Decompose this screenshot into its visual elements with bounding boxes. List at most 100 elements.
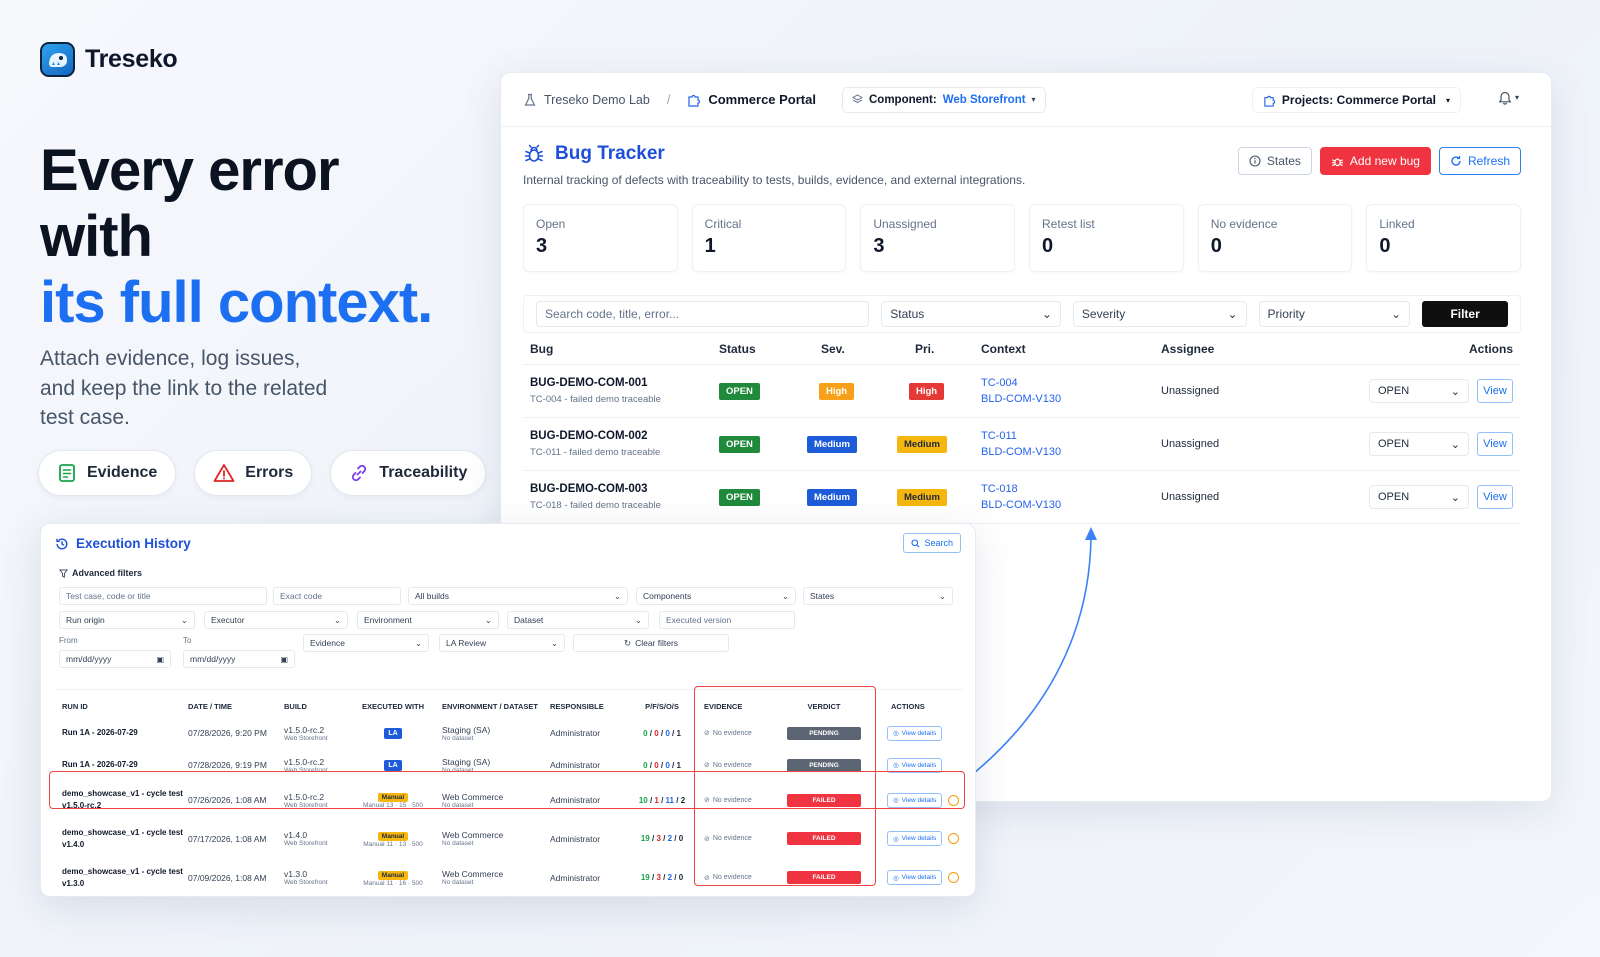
- to-date-input[interactable]: mm/dd/yyyy ▣: [183, 650, 295, 668]
- smiley-icon[interactable]: [948, 794, 960, 806]
- states-select-value: States: [810, 591, 835, 601]
- notifications-button[interactable]: ▾: [1498, 90, 1519, 105]
- la-review-select[interactable]: LA Review ⌄: [439, 634, 565, 652]
- view-details-button[interactable]: ◎ View details: [887, 725, 943, 741]
- no-evidence-icon: ⊘: [704, 835, 710, 843]
- table-row[interactable]: demo_showcase_v1 - cycle test v1.4.0 07/1…: [55, 819, 963, 858]
- dataset-select[interactable]: Dataset ⌄: [507, 611, 649, 629]
- run-origin-select[interactable]: Run origin ⌄: [59, 611, 195, 629]
- executed-with-detail: Manual 11 · 16 · 500: [363, 879, 423, 887]
- breadcrumb: Treseko Demo Lab / Commerce Portal: [523, 92, 816, 107]
- table-row[interactable]: Run 1A - 2026-07-29 07/28/2026, 9:20 PM …: [55, 717, 963, 749]
- priority-select[interactable]: Priority ⌄: [1258, 301, 1411, 327]
- test-case-link[interactable]: TC-011: [981, 428, 1161, 444]
- col-verdict: VERDICT: [807, 702, 841, 711]
- executed-version-filter[interactable]: Executed version: [659, 611, 795, 629]
- build-link[interactable]: BLD-COM-V130: [981, 497, 1161, 513]
- calendar-icon: ▣: [156, 654, 164, 664]
- states-select[interactable]: States ⌄: [803, 587, 953, 605]
- add-new-bug-label: Add new bug: [1349, 154, 1420, 168]
- chevron-down-icon: ⌄: [1450, 491, 1460, 504]
- eh-search-button[interactable]: Search: [903, 533, 961, 553]
- col-executed-with: EXECUTED WITH: [361, 702, 425, 711]
- view-details-button[interactable]: ◎ View details: [887, 792, 943, 808]
- build-link[interactable]: BLD-COM-V130: [981, 391, 1161, 407]
- table-row[interactable]: BUG-DEMO-COM-001 TC-004 - failed demo tra…: [523, 365, 1521, 418]
- table-row[interactable]: BUG-DEMO-COM-002 TC-011 - failed demo tra…: [523, 418, 1521, 471]
- projects-selector[interactable]: Projects: Commerce Portal ▾: [1251, 87, 1461, 113]
- evidence-select[interactable]: Evidence ⌄: [303, 634, 429, 652]
- funnel-icon: [59, 568, 68, 578]
- priority-select-value: Priority: [1267, 307, 1305, 321]
- eh-search-label: Search: [924, 538, 953, 548]
- component-value: Web Storefront: [942, 93, 1026, 106]
- severity-select[interactable]: Severity ⌄: [1072, 301, 1247, 327]
- test-case-link[interactable]: TC-004: [981, 375, 1161, 391]
- table-row[interactable]: demo_showcase_v1 - cycle test v1.5.0-rc.2…: [55, 781, 963, 819]
- connector-arrow: [967, 527, 1097, 779]
- clear-filters-button[interactable]: ↻ Clear filters: [573, 634, 729, 652]
- view-details-label: View details: [901, 761, 937, 769]
- state-select[interactable]: OPEN ⌄: [1369, 379, 1469, 403]
- col-assignee: Assignee: [1161, 341, 1215, 356]
- chip-evidence: Evidence: [38, 450, 177, 496]
- bug-subtitle: TC-004 - failed demo traceable: [530, 394, 661, 405]
- build-link[interactable]: BLD-COM-V130: [981, 444, 1161, 460]
- evidence-text: No evidence: [712, 729, 752, 737]
- builds-select[interactable]: All builds ⌄: [408, 587, 628, 605]
- from-date-input[interactable]: mm/dd/yyyy ▣: [59, 650, 171, 668]
- view-button[interactable]: View: [1477, 432, 1513, 456]
- view-button[interactable]: View: [1477, 485, 1513, 509]
- responsible: Administrator: [550, 728, 601, 738]
- status-select[interactable]: Status ⌄: [881, 301, 1061, 327]
- view-details-button[interactable]: ◎ View details: [887, 831, 943, 846]
- dataset: No dataset: [442, 879, 474, 886]
- run-version: v1.5.0-rc.2: [62, 801, 102, 810]
- state-select[interactable]: OPEN ⌄: [1369, 432, 1469, 456]
- build-version: v1.4.0: [284, 830, 308, 840]
- executed-with-detail: Manual 13 · 15 · 500: [363, 802, 423, 809]
- execution-history-panel: Execution History Search Advanced filter…: [40, 523, 976, 897]
- breadcrumb-lab[interactable]: Treseko Demo Lab: [544, 93, 650, 107]
- table-row[interactable]: BUG-DEMO-COM-003 TC-018 - failed demo tra…: [523, 471, 1521, 524]
- brand: Treseko: [40, 42, 178, 77]
- executed-with-badge: Manual: [377, 793, 409, 802]
- advanced-filters-toggle[interactable]: Advanced filters: [59, 568, 142, 578]
- eye-icon: ◎: [893, 874, 899, 882]
- bug-code[interactable]: BUG-DEMO-COM-003: [530, 483, 719, 495]
- build-version: v1.3.0: [284, 869, 308, 879]
- view-button[interactable]: View: [1477, 379, 1513, 403]
- bug-code[interactable]: BUG-DEMO-COM-002: [530, 430, 719, 442]
- testcase-filter[interactable]: Test case, code or title: [59, 587, 267, 605]
- environment-select[interactable]: Environment ⌄: [357, 611, 499, 629]
- view-details-button[interactable]: ◎ View details: [887, 757, 943, 773]
- test-case-link[interactable]: TC-018: [981, 481, 1161, 497]
- breadcrumb-portal[interactable]: Commerce Portal: [708, 92, 816, 107]
- assignee: Unassigned: [1161, 438, 1220, 450]
- state-select[interactable]: OPEN ⌄: [1369, 485, 1469, 509]
- states-button[interactable]: States: [1237, 147, 1312, 175]
- stat-unassigned: Unassigned 3: [860, 204, 1016, 272]
- states-label: States: [1266, 154, 1301, 168]
- executor-select[interactable]: Executor ⌄: [204, 611, 348, 629]
- view-details-button[interactable]: ◎ View details: [887, 870, 943, 885]
- table-row[interactable]: Run 1A - 2026-07-29 07/28/2026, 9:19 PM …: [55, 749, 963, 781]
- exact-code-filter[interactable]: Exact code: [273, 587, 401, 605]
- passed-count: 10: [638, 795, 648, 805]
- smiley-icon[interactable]: [948, 833, 960, 844]
- run-date: 07/17/2026, 1:08 AM: [188, 833, 267, 844]
- severity-badge: Medium: [807, 488, 857, 506]
- stat-label: No evidence: [1210, 217, 1278, 231]
- table-row[interactable]: demo_showcase_v1 - cycle test v1.3.0 07/0…: [55, 858, 963, 896]
- breadcrumb-separator: /: [666, 92, 671, 107]
- refresh-icon: ↻: [623, 637, 632, 648]
- component-selector[interactable]: Component: Web Storefront ▾: [841, 86, 1046, 113]
- search-input[interactable]: Search code, title, error...: [536, 301, 870, 327]
- add-new-bug-button[interactable]: Add new bug: [1319, 147, 1431, 175]
- smiley-icon[interactable]: [948, 872, 960, 883]
- refresh-button[interactable]: Refresh: [1438, 147, 1521, 175]
- failed-count: 0: [654, 728, 659, 738]
- components-select[interactable]: Components ⌄: [636, 587, 796, 605]
- bug-code[interactable]: BUG-DEMO-COM-001: [530, 377, 719, 389]
- filter-button[interactable]: Filter: [1422, 301, 1509, 327]
